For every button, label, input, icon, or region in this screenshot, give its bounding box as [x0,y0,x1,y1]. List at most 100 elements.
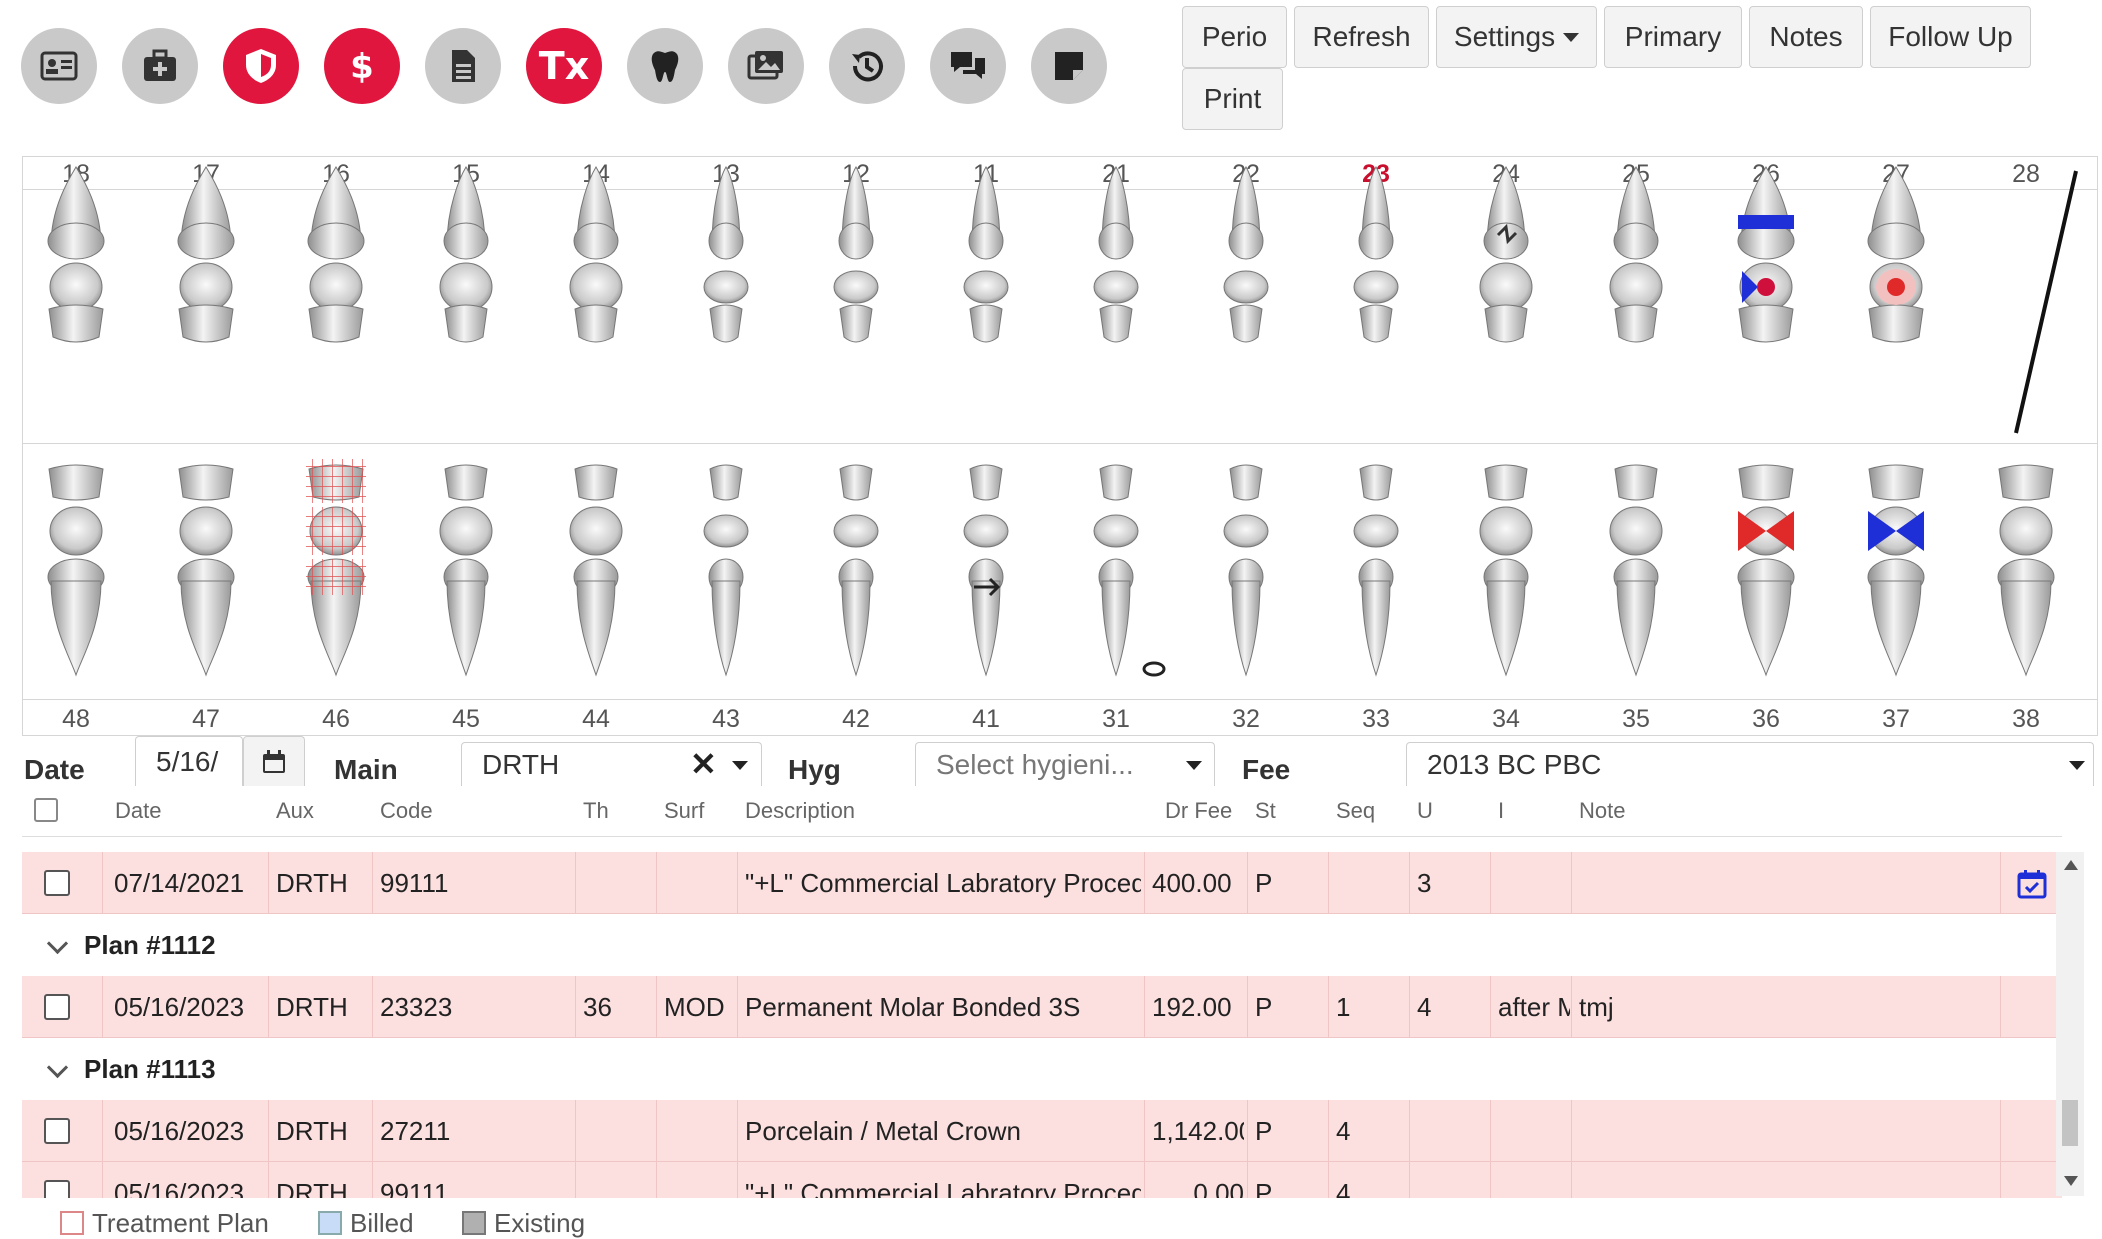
tooth-13-facial[interactable] [709,304,743,343]
table-row[interactable]: 05/16/2023 DRTH 23323 36 MOD Permanent M… [22,976,2062,1038]
plan-group-1112[interactable]: Plan #1112 [22,914,2062,976]
tooth-34-occlusal[interactable] [1479,506,1533,556]
main-provider-select[interactable]: DRTH ✕ [461,742,762,786]
plan-group-1113[interactable]: Plan #1113 [22,1038,2062,1100]
tooth-26-crown-band[interactable] [1738,215,1794,229]
tooth-22-facial[interactable] [1229,304,1263,343]
tooth-14-occlusal[interactable] [569,262,623,312]
tooth-38-root[interactable] [2000,580,2052,677]
tooth-44-occlusal[interactable] [569,506,623,556]
tooth-15-occlusal[interactable] [439,262,493,312]
tooth-22-occlusal[interactable] [1223,270,1269,304]
tooth-36-facial[interactable] [1738,464,1794,501]
primary-button[interactable]: Primary [1604,6,1742,68]
tooth-15-crown[interactable] [443,222,489,260]
tooth-15-facial[interactable] [444,304,488,343]
tooth-46-grid-crown[interactable] [306,559,366,595]
header-th[interactable]: Th [583,798,609,824]
header-seq[interactable]: Seq [1336,798,1375,824]
tooth-43-occlusal[interactable] [703,514,749,548]
row-checkbox[interactable] [44,1180,70,1198]
tooth-44-facial[interactable] [574,464,618,501]
header-code[interactable]: Code [380,798,433,824]
tooth-37-root[interactable] [1870,580,1922,677]
tooth-34-root[interactable] [1486,580,1526,677]
header-surf[interactable]: Surf [664,798,704,824]
hygienist-select[interactable]: Select hygieni... [915,742,1215,786]
table-row[interactable]: 05/16/2023 DRTH 27211 Porcelain / Metal … [22,1100,2062,1162]
history-button[interactable] [829,28,905,104]
clear-icon[interactable]: ✕ [690,745,717,783]
header-description[interactable]: Description [745,798,855,824]
tooth-21-crown[interactable] [1098,222,1134,260]
tooth-12-crown[interactable] [838,222,874,260]
insurance-button[interactable] [223,28,299,104]
tooth-33-root[interactable] [1361,580,1391,677]
tooth-32-root[interactable] [1231,580,1261,677]
tooth-45-facial[interactable] [444,464,488,501]
tooth-18-occlusal[interactable] [49,262,103,312]
row-checkbox[interactable] [44,1118,70,1144]
tooth-16-occlusal[interactable] [309,262,363,312]
follow-up-button[interactable]: Follow Up [1870,6,2031,68]
tooth-33-occlusal[interactable] [1353,514,1399,548]
tooth-48-facial[interactable] [48,464,104,501]
tooth-35-root[interactable] [1616,580,1656,677]
date-input[interactable]: 5/16/ [135,736,243,786]
tooth-16-facial[interactable] [308,304,364,343]
tooth-44-root[interactable] [576,580,616,677]
tooth-27-lesion[interactable] [1887,278,1905,296]
tooth-27-facial[interactable] [1868,304,1924,343]
tooth-41-occlusal[interactable] [963,514,1009,548]
patient-card-button[interactable] [21,28,97,104]
tooth-45-root[interactable] [446,580,486,677]
print-button[interactable]: Print [1182,68,1283,130]
tooth-18-facial[interactable] [48,304,104,343]
tooth-14-facial[interactable] [574,304,618,343]
tooth-43-root[interactable] [711,580,741,677]
tooth-42-occlusal[interactable] [833,514,879,548]
tooth-13-crown[interactable] [708,222,744,260]
notes-button[interactable]: Notes [1749,6,1863,68]
header-u[interactable]: U [1417,798,1433,824]
tooth-25-occlusal[interactable] [1609,262,1663,312]
tooth-48-occlusal[interactable] [49,506,103,556]
tooth-37-facial[interactable] [1868,464,1924,501]
tooth-11-facial[interactable] [969,304,1003,343]
tooth-26-lesion[interactable] [1757,278,1775,296]
select-all-checkbox[interactable] [34,798,58,822]
tooth-42-facial[interactable] [839,464,873,501]
tooth-46-root[interactable] [310,580,362,677]
tooth-31-occlusal[interactable] [1093,514,1139,548]
tooth-13-occlusal[interactable] [703,270,749,304]
tooth-23-facial[interactable] [1359,304,1393,343]
tooth-43-facial[interactable] [709,464,743,501]
tooth-36-root[interactable] [1740,580,1792,677]
chevron-down-icon[interactable] [46,932,69,955]
tooth-47-root[interactable] [180,580,232,677]
tooth-11-occlusal[interactable] [963,270,1009,304]
scroll-down-icon[interactable] [2064,1176,2078,1186]
tooth-47-occlusal[interactable] [179,506,233,556]
tooth-24-occlusal[interactable] [1479,262,1533,312]
treatment-button[interactable]: Tx [526,28,602,104]
tooth-17-crown[interactable] [177,222,235,260]
tooth-32-facial[interactable] [1229,464,1263,501]
tooth-31-facial[interactable] [1099,464,1133,501]
images-button[interactable] [728,28,804,104]
document-button[interactable] [425,28,501,104]
tooth-27-crown[interactable] [1867,222,1925,260]
tooth-38-occlusal[interactable] [1999,506,2053,556]
sticky-note-button[interactable] [1031,28,1107,104]
tooth-34-facial[interactable] [1484,464,1528,501]
tooth-18-crown[interactable] [47,222,105,260]
tooth-46-grid-occlusal[interactable] [306,507,366,555]
tooth-47-facial[interactable] [178,464,234,501]
table-scrollbar[interactable] [2056,852,2084,1196]
header-i[interactable]: I [1498,798,1504,824]
tooth-21-facial[interactable] [1099,304,1133,343]
row-checkbox[interactable] [44,870,70,896]
tooth-12-facial[interactable] [839,304,873,343]
fee-schedule-select[interactable]: 2013 BC PBC [1406,742,2094,786]
table-row[interactable]: 05/16/2023 DRTH 99111 "+L" Commercial La… [22,1162,2062,1198]
